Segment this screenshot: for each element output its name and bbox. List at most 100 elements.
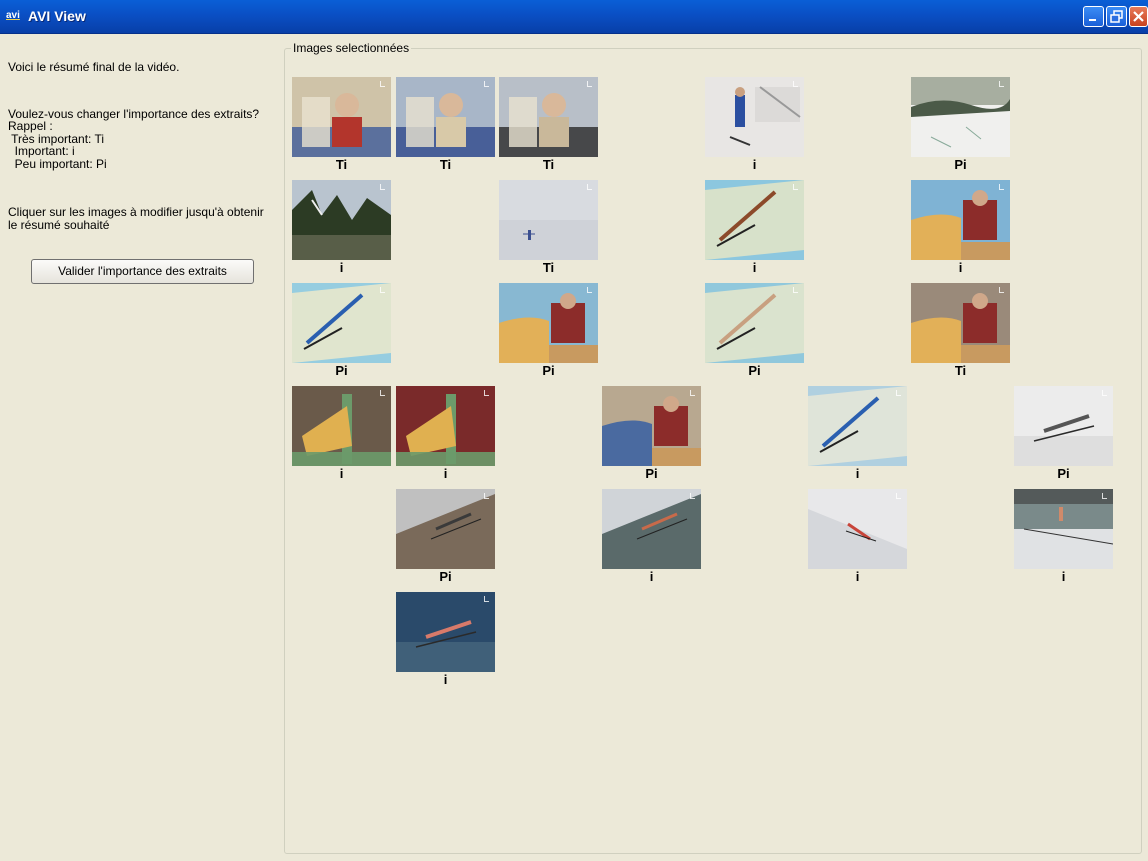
importance-label: Pi: [645, 466, 658, 481]
frame-marker-icon: [484, 81, 489, 87]
importance-label: Pi: [439, 569, 452, 584]
importance-label: i: [1061, 569, 1066, 584]
frame-marker-icon: [896, 390, 901, 396]
restore-button[interactable]: [1106, 6, 1127, 27]
thumbnail-scene: [911, 180, 1010, 260]
frame-marker-icon: [690, 390, 695, 396]
importance-label: Ti: [439, 157, 452, 172]
thumbnail-scene: [1014, 489, 1113, 569]
frame-marker-icon: [484, 390, 489, 396]
importance-label: Pi: [542, 363, 555, 378]
validate-button[interactable]: Valider l'importance des extraits: [31, 259, 254, 284]
thumbnail-image[interactable]: [292, 283, 391, 363]
title-bar: avi AVI View: [0, 0, 1148, 34]
importance-label: Pi: [954, 157, 967, 172]
thumbnail-scene: [911, 283, 1010, 363]
frame-marker-icon: [1102, 493, 1107, 499]
importance-label: Ti: [954, 363, 967, 378]
thumbnail-scene: [396, 489, 495, 569]
thumbnail-image[interactable]: [705, 180, 804, 260]
instruction-text-1: Cliquer sur les images à modifier jusqu'…: [8, 205, 264, 219]
legend-important: Important: i: [8, 144, 75, 158]
thumbnail-scene: [396, 592, 495, 672]
thumbnail-image[interactable]: [1014, 386, 1113, 466]
thumbnail-scene: [911, 77, 1010, 157]
thumbnail-image[interactable]: [396, 592, 495, 672]
importance-label: Pi: [1057, 466, 1070, 481]
thumbnail-image[interactable]: [602, 489, 701, 569]
thumbnail-scene: [396, 77, 495, 157]
importance-label: i: [752, 260, 757, 275]
restore-icon: [1110, 10, 1123, 23]
thumbnail-scene: [705, 77, 804, 157]
instruction-text-2: le résumé souhaité: [8, 218, 110, 232]
reminder-text: Rappel :: [8, 119, 53, 133]
frame-marker-icon: [896, 493, 901, 499]
thumbnail-image[interactable]: [499, 283, 598, 363]
thumbnail-image[interactable]: [911, 283, 1010, 363]
thumbnail-image[interactable]: [1014, 489, 1113, 569]
thumbnail-scene: [292, 386, 391, 466]
thumbnail-image[interactable]: [705, 77, 804, 157]
frame-marker-icon: [690, 493, 695, 499]
importance-label: Ti: [335, 157, 348, 172]
thumbnail-image[interactable]: [396, 489, 495, 569]
frame-marker-icon: [793, 287, 798, 293]
thumbnail-scene: [499, 180, 598, 260]
thumbnail-scene: [808, 386, 907, 466]
importance-label: Ti: [542, 260, 555, 275]
thumbnail-scene: [292, 180, 391, 260]
thumbnail-image[interactable]: [292, 77, 391, 157]
frame-marker-icon: [587, 184, 592, 190]
window-title: AVI View: [28, 8, 86, 24]
thumbnail-scene: [808, 489, 907, 569]
frame-marker-icon: [484, 493, 489, 499]
frame-marker-icon: [587, 81, 592, 87]
thumbnail-scene: [499, 283, 598, 363]
importance-label: i: [649, 569, 654, 584]
thumbnail-image[interactable]: [499, 77, 598, 157]
legend-less-important: Peu important: Pi: [8, 157, 107, 171]
frame-marker-icon: [999, 287, 1004, 293]
close-icon: [1133, 11, 1144, 22]
frame-marker-icon: [380, 287, 385, 293]
importance-label: i: [752, 157, 757, 172]
frame-marker-icon: [999, 184, 1004, 190]
thumbnail-image[interactable]: [911, 180, 1010, 260]
thumbnail-image[interactable]: [292, 386, 391, 466]
thumbnail-image[interactable]: [705, 283, 804, 363]
close-button[interactable]: [1129, 6, 1148, 27]
thumbnail-scene: [602, 386, 701, 466]
thumbnail-image[interactable]: [292, 180, 391, 260]
frame-marker-icon: [484, 596, 489, 602]
thumbnail-image[interactable]: [911, 77, 1010, 157]
thumbnail-scene: [705, 283, 804, 363]
importance-label: i: [855, 466, 860, 481]
thumbnail-scene: [1014, 386, 1113, 466]
thumbnail-image[interactable]: [396, 386, 495, 466]
thumbnail-image[interactable]: [499, 180, 598, 260]
importance-label: i: [339, 260, 344, 275]
thumbnail-image[interactable]: [602, 386, 701, 466]
thumbnail-image[interactable]: [808, 489, 907, 569]
thumbnail-image[interactable]: [396, 77, 495, 157]
frame-marker-icon: [587, 287, 592, 293]
frame-marker-icon: [793, 81, 798, 87]
frame-marker-icon: [380, 390, 385, 396]
thumbnail-image[interactable]: [808, 386, 907, 466]
panel-title: Images selectionnées: [291, 41, 412, 55]
thumbnail-scene: [292, 283, 391, 363]
importance-label: Pi: [335, 363, 348, 378]
importance-label: Pi: [748, 363, 761, 378]
intro-text: Voici le résumé final de la vidéo.: [8, 60, 180, 74]
importance-label: i: [958, 260, 963, 275]
importance-label: i: [443, 466, 448, 481]
minimize-button[interactable]: [1083, 6, 1104, 27]
thumbnail-scene: [602, 489, 701, 569]
importance-label: Ti: [542, 157, 555, 172]
frame-marker-icon: [999, 81, 1004, 87]
frame-marker-icon: [793, 184, 798, 190]
frame-marker-icon: [380, 81, 385, 87]
thumbnail-scene: [292, 77, 391, 157]
thumbnail-scene: [396, 386, 495, 466]
